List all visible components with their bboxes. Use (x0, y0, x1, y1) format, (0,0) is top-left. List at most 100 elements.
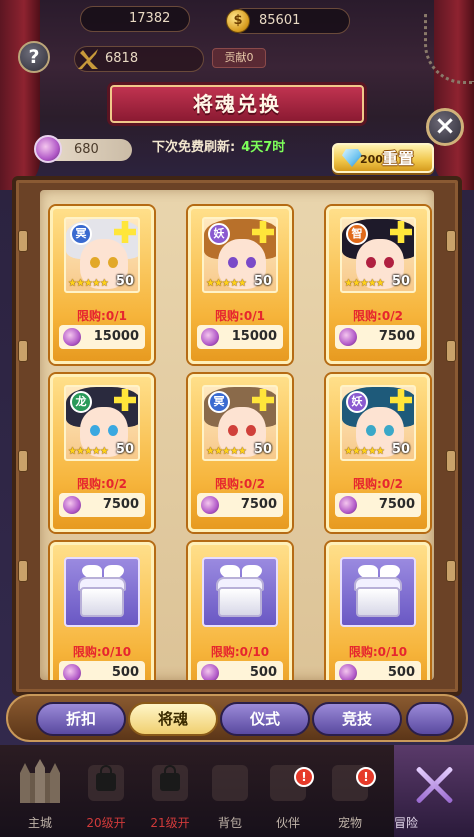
hero-card[interactable]: 冥 ★★★★★ 50 限购:0/2 7500 (188, 374, 292, 532)
reset-button[interactable]: 200 重置 (332, 143, 434, 173)
panel-stud (18, 450, 28, 472)
page-title: 将魂兑换 (193, 92, 281, 116)
hero-eye (108, 425, 118, 436)
shard-quantity: 50 (115, 274, 134, 289)
star-rating: ★★★★★ (206, 446, 247, 457)
price-value: 7500 (378, 329, 415, 344)
nav-item-2[interactable]: 21级开 (140, 745, 200, 837)
shard-quantity: 50 (391, 442, 410, 457)
nav-item-5[interactable]: ! 宠物 (320, 745, 380, 837)
price-value: 500 (249, 665, 277, 680)
shard-quantity: 50 (253, 442, 272, 457)
power-value: 6818 (105, 51, 139, 66)
purchase-limit: 限购:0/2 (77, 477, 127, 491)
alert-badge: ! (356, 767, 376, 787)
faction-badge: 龙 (70, 391, 92, 413)
hero-eye (228, 425, 238, 436)
hero-eye (246, 425, 256, 436)
hero-portrait: 妖 ★★★★★ 50 (340, 385, 416, 461)
hero-portrait: 妖 ★★★★★ 50 (202, 217, 278, 293)
title-banner: 将魂兑换 (110, 85, 364, 123)
star-rating: ★★★★★ (344, 446, 385, 457)
soul-currency-icon (339, 328, 357, 346)
nav-label: 宠物 (337, 816, 362, 830)
tab-1[interactable]: 将魂 (128, 702, 218, 736)
shop-tabs: 折扣 将魂 仪式 竞技 (6, 694, 468, 742)
nav-item-4[interactable]: ! 伙伴 (258, 745, 318, 837)
price-tag: 7500 (335, 493, 421, 517)
rank-badge: 贡献0 (212, 48, 266, 68)
nav-label: 冒险 (394, 816, 419, 830)
refresh-label: 下次免费刷新: (152, 140, 236, 155)
shop-panel: 冥 ★★★★★ 50 限购:0/1 15000 妖 ★★★★★ 50 限购:0/… (12, 176, 462, 696)
star-rating: ★★★★★ (344, 278, 385, 289)
top-bar: 17382 85601 $ 6818 贡献0 ? (0, 0, 474, 73)
chest-card[interactable]: 限购:0/10 500 (188, 542, 292, 680)
panel-stud (446, 340, 456, 362)
price-tag: 7500 (335, 325, 421, 349)
close-button[interactable]: × (426, 108, 464, 146)
nav-label: 伙伴 (275, 816, 300, 830)
lock-icon (160, 765, 180, 791)
soul-currency-icon (201, 664, 219, 680)
nav-label: 20级开 (86, 816, 126, 830)
hero-eye (90, 425, 100, 436)
panel-stud (446, 560, 456, 582)
nav-item-adventure[interactable]: 冒险 (394, 745, 474, 837)
diamond-icon (342, 149, 362, 167)
price-tag: 15000 (197, 325, 283, 349)
purchase-limit: 限购:0/10 (348, 645, 408, 659)
hero-eye (384, 257, 394, 268)
chest-box (356, 587, 400, 617)
alert-badge: ! (294, 767, 314, 787)
hero-card[interactable]: 妖 ★★★★★ 50 限购:0/2 7500 (326, 374, 430, 532)
hero-portrait: 龙 ★★★★★ 50 (64, 385, 140, 461)
hero-card[interactable]: 妖 ★★★★★ 50 限购:0/1 15000 (188, 206, 292, 364)
castle-icon (20, 759, 60, 803)
price-value: 7500 (378, 497, 415, 512)
price-tag: 7500 (59, 493, 145, 517)
purchase-limit: 限购:0/1 (215, 309, 265, 323)
faction-badge: 智 (346, 223, 368, 245)
chest-box (218, 587, 262, 617)
faction-badge: 妖 (346, 391, 368, 413)
soul-currency-icon (339, 496, 357, 514)
nav-label: 主城 (27, 816, 52, 830)
chest-card[interactable]: 限购:0/10 500 (50, 542, 154, 680)
purchase-limit: 限购:0/2 (353, 309, 403, 323)
faction-badge: 妖 (208, 223, 230, 245)
price-value: 15000 (93, 329, 139, 344)
purchase-limit: 限购:0/10 (210, 645, 270, 659)
soul-balance: 680 (74, 142, 99, 157)
nav-item-3[interactable]: 背包 (200, 745, 260, 837)
hero-card[interactable]: 冥 ★★★★★ 50 限购:0/1 15000 (50, 206, 154, 364)
nav-label: 背包 (217, 816, 242, 830)
nav-label: 21级开 (150, 816, 190, 830)
hero-eye (90, 257, 100, 268)
soul-currency-icon (339, 664, 357, 680)
nav-item-1[interactable]: 20级开 (76, 745, 136, 837)
lock-icon (96, 765, 116, 791)
gold-coin-icon: $ (226, 9, 250, 33)
price-value: 7500 (102, 497, 139, 512)
tab-more[interactable] (406, 702, 454, 736)
help-button[interactable]: ? (18, 41, 50, 73)
tab-3[interactable]: 竞技 (312, 702, 402, 736)
tab-0[interactable]: 折扣 (36, 702, 126, 736)
hero-portrait: 冥 ★★★★★ 50 (64, 217, 140, 293)
price-tag: 7500 (197, 493, 283, 517)
star-rating: ★★★★★ (68, 278, 109, 289)
purchase-limit: 限购:0/10 (72, 645, 132, 659)
shard-quantity: 50 (115, 442, 134, 457)
shop-grid: 冥 ★★★★★ 50 限购:0/1 15000 妖 ★★★★★ 50 限购:0/… (40, 190, 434, 680)
hero-card[interactable]: 智 ★★★★★ 50 限购:0/2 7500 (326, 206, 430, 364)
star-rating: ★★★★★ (68, 446, 109, 457)
hero-card[interactable]: 龙 ★★★★★ 50 限购:0/2 7500 (50, 374, 154, 532)
partial-resource-value: 17382 (129, 11, 171, 26)
tab-2[interactable]: 仪式 (220, 702, 310, 736)
nav-item-0[interactable]: 主城 (10, 745, 70, 837)
soul-currency-icon (63, 664, 81, 680)
shard-quantity: 50 (391, 274, 410, 289)
chest-card[interactable]: 限购:0/10 500 (326, 542, 430, 680)
soul-currency-icon (201, 328, 219, 346)
